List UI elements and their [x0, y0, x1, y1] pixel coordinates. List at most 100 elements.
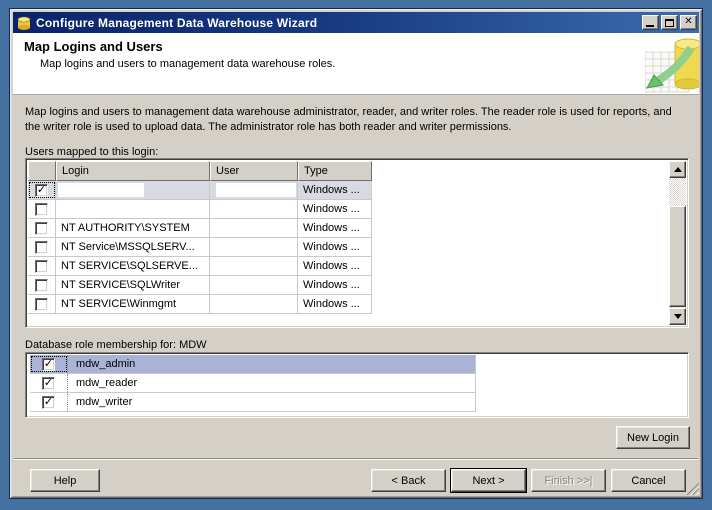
role-checkbox-cell[interactable]: ✓: [30, 393, 68, 411]
vertical-scrollbar[interactable]: [669, 161, 686, 325]
type-cell[interactable]: Windows ...: [298, 295, 372, 313]
users-table: Login User Type ✓Windows ...Windows ...N…: [25, 158, 689, 328]
login-edit-field[interactable]: [58, 183, 144, 197]
type-cell[interactable]: Windows ...: [298, 200, 372, 218]
login-column-header[interactable]: Login: [56, 161, 210, 181]
login-value: NT SERVICE\SQLWriter: [61, 279, 180, 291]
login-cell[interactable]: [56, 200, 210, 218]
checkbox-column-header[interactable]: [28, 161, 56, 181]
scroll-down-button[interactable]: [669, 308, 686, 325]
footer-divider: [14, 458, 698, 459]
login-cell[interactable]: NT SERVICE\SQLSERVE...: [56, 257, 210, 275]
user-cell[interactable]: [210, 200, 298, 218]
login-cell[interactable]: NT SERVICE\Winmgmt: [56, 295, 210, 313]
role-name: mdw_admin: [68, 355, 135, 373]
title-bar[interactable]: Configure Management Data Warehouse Wiza…: [13, 12, 699, 33]
users-table-row[interactable]: NT Service\MSSQLSERV... Windows ...: [28, 238, 372, 257]
user-column-header[interactable]: User: [210, 161, 298, 181]
user-edit-field[interactable]: [216, 183, 296, 197]
login-cell[interactable]: [56, 181, 210, 199]
row-checkbox-cell[interactable]: ✓: [28, 181, 56, 199]
type-value: Windows ...: [303, 260, 360, 272]
cancel-button[interactable]: Cancel: [611, 469, 686, 492]
unchecked-checkbox-icon[interactable]: [35, 222, 48, 235]
role-row[interactable]: ✓mdw_reader: [30, 374, 476, 393]
new-login-button[interactable]: New Login: [616, 426, 690, 449]
row-checkbox-cell[interactable]: [28, 200, 56, 218]
user-cell[interactable]: [210, 276, 298, 294]
data-warehouse-icon: [645, 34, 699, 94]
users-table-row[interactable]: ✓ Windows ...: [28, 181, 372, 200]
role-checkbox-cell[interactable]: ✓: [30, 374, 68, 392]
row-checkbox-cell[interactable]: [28, 238, 56, 256]
scrollbar-thumb[interactable]: [669, 206, 686, 307]
back-button[interactable]: < Back: [371, 469, 446, 492]
row-checkbox-cell[interactable]: [28, 295, 56, 313]
users-table-row[interactable]: NT AUTHORITY\SYSTEM Windows ...: [28, 219, 372, 238]
login-value: NT SERVICE\Winmgmt: [61, 298, 176, 310]
page-title: Map Logins and Users: [24, 39, 163, 54]
role-name: mdw_writer: [68, 393, 132, 411]
page-description: Map logins and users to management data …: [25, 105, 683, 135]
user-cell[interactable]: [210, 181, 298, 199]
close-icon: ✕: [684, 17, 692, 27]
desktop-background: Configure Management Data Warehouse Wiza…: [0, 0, 712, 510]
checked-checkbox-icon[interactable]: ✓: [35, 184, 48, 197]
up-arrow-icon: [674, 167, 682, 172]
window-title: Configure Management Data Warehouse Wiza…: [36, 16, 640, 30]
checked-checkbox-icon[interactable]: ✓: [42, 396, 55, 409]
type-column-header[interactable]: Type: [298, 161, 372, 181]
finish-button[interactable]: Finish >>|: [531, 469, 606, 492]
role-row[interactable]: ✓ mdw_admin: [30, 355, 476, 374]
users-table-row[interactable]: NT SERVICE\SQLWriter Windows ...: [28, 276, 372, 295]
type-cell[interactable]: Windows ...: [298, 276, 372, 294]
user-cell[interactable]: [210, 295, 298, 313]
user-cell[interactable]: [210, 257, 298, 275]
unchecked-checkbox-icon[interactable]: [35, 279, 48, 292]
resize-grip[interactable]: [686, 482, 699, 495]
minimize-button[interactable]: [642, 15, 659, 30]
next-button[interactable]: Next >: [451, 469, 526, 492]
users-table-row[interactable]: Windows ...: [28, 200, 372, 219]
unchecked-checkbox-icon[interactable]: [35, 241, 48, 254]
page-subtitle: Map logins and users to management data …: [40, 58, 335, 70]
type-cell[interactable]: Windows ...: [298, 219, 372, 237]
help-button[interactable]: Help: [30, 469, 100, 492]
user-cell[interactable]: [210, 238, 298, 256]
checked-checkbox-icon[interactable]: ✓: [42, 377, 55, 390]
login-cell[interactable]: NT Service\MSSQLSERV...: [56, 238, 210, 256]
users-table-label: Users mapped to this login:: [25, 146, 158, 158]
users-table-row[interactable]: NT SERVICE\Winmgmt Windows ...: [28, 295, 372, 314]
unchecked-checkbox-icon[interactable]: [35, 203, 48, 216]
type-value: Windows ...: [303, 241, 360, 253]
role-row[interactable]: ✓ mdw_writer: [30, 393, 476, 412]
wizard-page-header: Map Logins and Users Map logins and user…: [13, 33, 699, 95]
maximize-button[interactable]: [661, 15, 678, 30]
type-cell[interactable]: Windows ...: [298, 181, 372, 199]
minimize-icon: [646, 25, 654, 27]
login-cell[interactable]: NT SERVICE\SQLWriter: [56, 276, 210, 294]
login-cell[interactable]: NT AUTHORITY\SYSTEM: [56, 219, 210, 237]
unchecked-checkbox-icon[interactable]: [35, 260, 48, 273]
user-cell[interactable]: [210, 219, 298, 237]
users-table-row[interactable]: NT SERVICE\SQLSERVE... Windows ...: [28, 257, 372, 276]
type-value: Windows ...: [303, 203, 360, 215]
row-checkbox-cell[interactable]: [28, 257, 56, 275]
roles-list-label: Database role membership for: MDW: [25, 339, 207, 351]
scroll-up-button[interactable]: [669, 161, 686, 178]
row-checkbox-cell[interactable]: [28, 276, 56, 294]
maximize-icon: [665, 19, 674, 27]
users-grid-rows: ✓Windows ...Windows ...NT AUTHORITY\SYST…: [28, 181, 686, 314]
role-checkbox-cell[interactable]: ✓: [30, 355, 68, 373]
type-value: Windows ...: [303, 184, 360, 196]
unchecked-checkbox-icon[interactable]: [35, 298, 48, 311]
type-value: Windows ...: [303, 222, 360, 234]
close-button[interactable]: ✕: [680, 15, 697, 30]
row-checkbox-cell[interactable]: [28, 219, 56, 237]
type-cell[interactable]: Windows ...: [298, 257, 372, 275]
type-cell[interactable]: Windows ...: [298, 238, 372, 256]
roles-list: ✓mdw_admin✓mdw_reader✓mdw_writer: [25, 352, 689, 418]
type-value: Windows ...: [303, 279, 360, 291]
checked-checkbox-icon[interactable]: ✓: [42, 358, 55, 371]
roles-list-rows: ✓mdw_admin✓mdw_reader✓mdw_writer: [28, 355, 686, 415]
